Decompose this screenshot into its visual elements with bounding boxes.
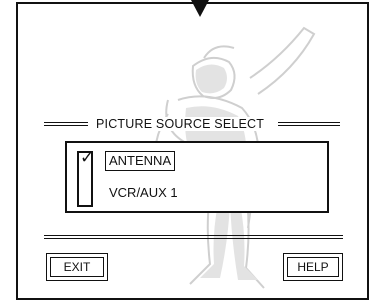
divider xyxy=(44,235,343,239)
exit-button[interactable]: EXIT xyxy=(46,253,108,281)
title-rule-right xyxy=(278,122,340,126)
help-button[interactable]: HELP xyxy=(283,253,343,281)
check-column: ✓ xyxy=(77,148,95,207)
title-rule-left xyxy=(44,122,88,126)
help-button-label: HELP xyxy=(287,257,339,277)
exit-button-label: EXIT xyxy=(50,257,104,277)
menu-title: PICTURE SOURCE SELECT xyxy=(94,117,267,131)
checkmark-icon: ✓ xyxy=(80,148,95,168)
source-options-box: ✓ ANTENNA VCR/AUX 1 xyxy=(65,141,329,213)
menu-title-row: PICTURE SOURCE SELECT xyxy=(44,117,340,132)
option-antenna[interactable]: ANTENNA xyxy=(104,151,176,171)
down-arrow-icon xyxy=(191,0,209,17)
option-vcr-aux-1[interactable]: VCR/AUX 1 xyxy=(107,185,180,201)
